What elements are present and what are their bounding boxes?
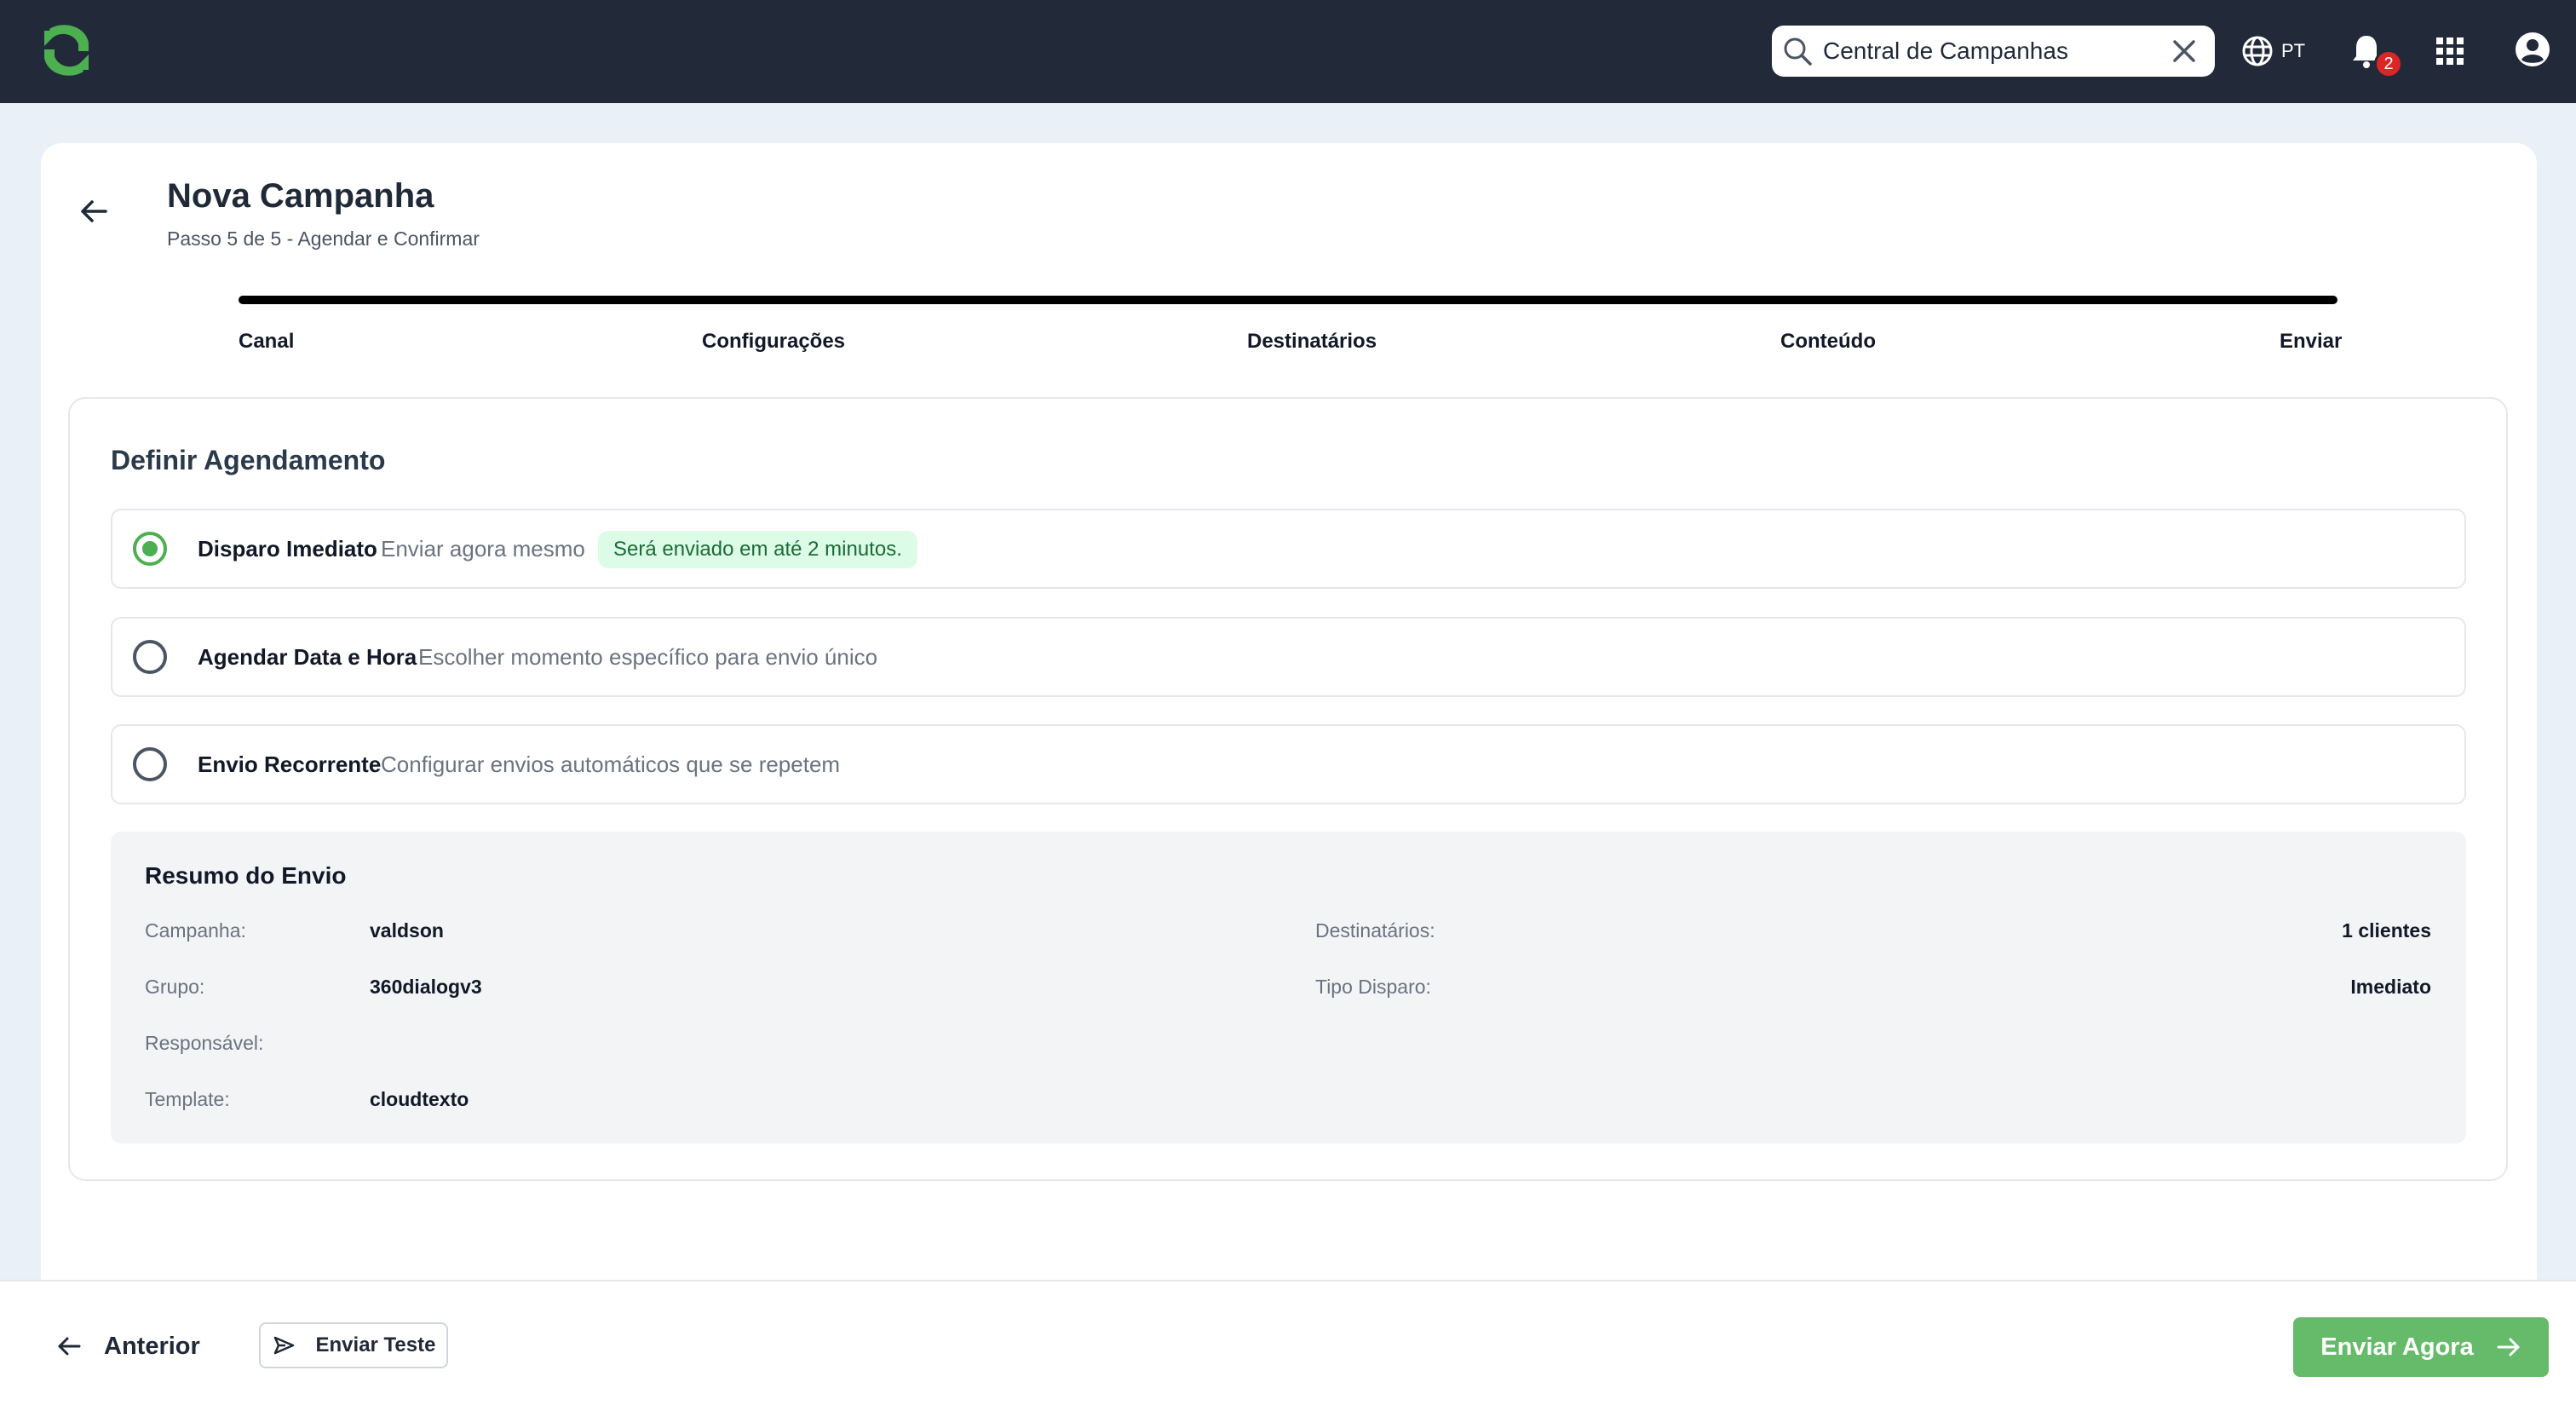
back-arrow-icon[interactable] — [78, 196, 109, 227]
summary-label-template: Template: — [145, 1088, 230, 1110]
option-description: Configurar envios automáticos que se rep… — [381, 752, 841, 777]
notification-badge: 2 — [2374, 49, 2403, 78]
step-destinatarios[interactable]: Destinatários — [1247, 329, 1377, 354]
page-title: Nova Campanha — [167, 177, 434, 215]
send-test-label: Enviar Teste — [315, 1333, 436, 1356]
summary-value-dispatch-type: Imediato — [2350, 976, 2431, 998]
search-icon — [1784, 37, 1812, 66]
summary-value-template: cloudtexto — [370, 1088, 469, 1110]
status-badge: Será enviado em até 2 minutos. — [598, 531, 917, 568]
close-icon[interactable] — [2171, 37, 2198, 65]
apps-grid-icon[interactable] — [2435, 36, 2465, 66]
section-title: Definir Agendamento — [111, 445, 386, 475]
option-description: Escolher momento específico para envio ú… — [418, 644, 878, 670]
send-icon — [273, 1336, 294, 1355]
summary-label-group: Grupo: — [145, 976, 205, 998]
step-conteudo[interactable]: Conteúdo — [1780, 329, 1876, 354]
search-input[interactable]: Central de Campanhas — [1823, 26, 2068, 77]
send-now-button[interactable]: Enviar Agora — [2293, 1317, 2549, 1377]
summary-label-dispatch-type: Tipo Disparo: — [1315, 976, 1431, 998]
option-recurring[interactable]: Envio Recorrente Configurar envios autom… — [111, 724, 2466, 804]
globe-icon[interactable] — [2240, 34, 2274, 68]
page-subtitle: Passo 5 de 5 - Agendar e Confirmar — [167, 227, 480, 250]
radio-recurring[interactable] — [133, 747, 167, 781]
option-title: Agendar Data e Hora — [198, 644, 417, 670]
radio-immediate[interactable] — [133, 532, 167, 566]
option-title: Envio Recorrente — [198, 752, 382, 777]
send-now-label: Enviar Agora — [2320, 1333, 2474, 1361]
radio-scheduled[interactable] — [133, 640, 167, 674]
arrow-left-icon — [58, 1337, 81, 1356]
summary-value-recipients: 1 clientes — [2342, 919, 2431, 942]
summary-label-recipients: Destinatários: — [1315, 919, 1435, 942]
summary-label-campaign: Campanha: — [145, 919, 246, 942]
refresh-logo-icon[interactable] — [37, 22, 95, 78]
option-immediate[interactable]: Disparo Imediato Enviar agora mesmo Será… — [111, 509, 2466, 589]
previous-label: Anterior — [104, 1332, 200, 1360]
option-scheduled[interactable]: Agendar Data e Hora Escolher momento esp… — [111, 617, 2466, 697]
language-selector[interactable]: PT — [2281, 39, 2305, 63]
send-test-button[interactable]: Enviar Teste — [259, 1322, 448, 1368]
option-title: Disparo Imediato — [198, 536, 377, 562]
progress-bar — [239, 296, 2337, 304]
arrow-right-icon — [2497, 1338, 2520, 1356]
step-canal[interactable]: Canal — [239, 329, 294, 354]
option-description: Enviar agora mesmo — [381, 536, 585, 562]
user-account-icon[interactable] — [2515, 32, 2550, 67]
summary-value-group: 360dialogv3 — [370, 976, 482, 998]
summary-label-responsible: Responsável: — [145, 1032, 264, 1054]
summary-value-campaign: valdson — [370, 919, 444, 942]
summary-title: Resumo do Envio — [145, 862, 347, 889]
step-enviar[interactable]: Enviar — [2280, 329, 2342, 354]
previous-button[interactable]: Anterior — [56, 1326, 200, 1367]
step-configuracoes[interactable]: Configurações — [702, 329, 845, 354]
search-box[interactable]: Central de Campanhas — [1772, 26, 2215, 77]
